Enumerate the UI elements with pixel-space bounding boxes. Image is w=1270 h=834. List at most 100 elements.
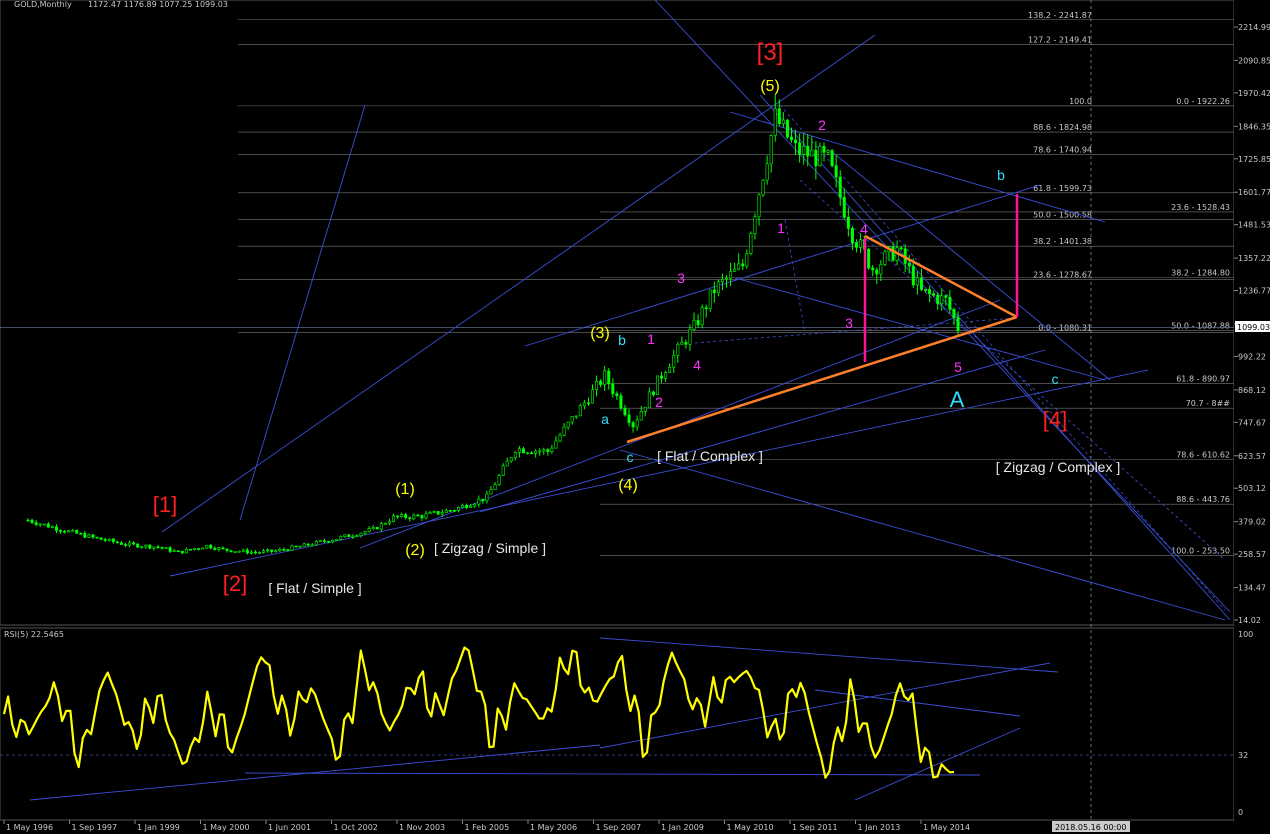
wave-label: 1 — [777, 220, 785, 236]
candle-body — [550, 447, 554, 452]
fib-label: 50.0 - 1087.88 — [1171, 322, 1230, 331]
symbol-header: GOLD,Monthly — [14, 0, 72, 9]
candle-body — [623, 407, 627, 416]
candle-body — [339, 536, 343, 540]
price-tick-label: 623.57 — [1238, 452, 1266, 461]
candle-body — [128, 542, 132, 546]
ohlc-header: 1172.47 1176.89 1077.25 1099.03 — [88, 0, 228, 9]
candle-body — [152, 546, 156, 549]
time-tick-label: 1 May 2000 — [203, 823, 250, 832]
candle-body — [318, 540, 322, 543]
price-tick-label: 1236.77 — [1238, 287, 1270, 296]
candle-body — [554, 440, 558, 449]
candle-body — [136, 543, 140, 548]
candle-body — [745, 253, 749, 267]
candle-body — [924, 289, 928, 291]
candle-body — [802, 146, 806, 155]
candle-body — [331, 540, 335, 543]
candle-body — [144, 544, 148, 548]
candle-body — [647, 391, 651, 408]
candle-body — [63, 530, 67, 533]
rsi-pane — [0, 627, 1235, 821]
candle-body — [355, 535, 359, 537]
candle-body — [530, 452, 534, 455]
candle-body — [940, 295, 944, 304]
candle-body — [79, 533, 83, 535]
candle-body — [485, 493, 489, 502]
candle-body — [574, 415, 578, 418]
wave-label: 2 — [655, 394, 663, 410]
candle-body — [67, 530, 71, 533]
candle-body — [660, 375, 664, 379]
candle-body — [363, 531, 367, 534]
candle-body — [684, 342, 688, 345]
candle-body — [140, 546, 144, 549]
candle-body — [631, 422, 635, 428]
candle-body — [184, 548, 188, 554]
candle-body — [387, 521, 391, 524]
candle-body — [595, 380, 599, 391]
rsi-header: RSI(5) 22.5465 — [4, 630, 64, 639]
candle-body — [197, 548, 201, 550]
candle-body — [761, 179, 765, 196]
fib-label: 23.6 - 1278.67 — [1033, 270, 1092, 279]
candle-body — [180, 550, 184, 554]
candle-body — [753, 216, 757, 234]
candle-body — [83, 533, 87, 538]
fib-label: 127.2 - 2149.41 — [1028, 36, 1092, 45]
candle-body — [513, 452, 517, 459]
candle-body — [221, 547, 225, 550]
candle-body — [566, 421, 570, 428]
candle-body — [907, 263, 911, 267]
candle-body — [95, 536, 99, 539]
time-tick-label: 1 May 2010 — [727, 823, 774, 832]
candle-body — [432, 511, 436, 513]
time-tick-label: 1 Sep 1997 — [72, 823, 118, 832]
candle-body — [826, 150, 830, 153]
candle-body — [794, 139, 798, 144]
candle-body — [627, 414, 631, 423]
candle-body — [777, 108, 781, 124]
candle-body — [188, 548, 192, 551]
candle-body — [253, 551, 257, 554]
candle-body — [725, 277, 729, 280]
candle-body — [168, 547, 172, 552]
candle-body — [854, 242, 858, 248]
candle-body — [270, 549, 274, 552]
fib-label: 78.6 - 610.62 — [1176, 450, 1230, 459]
candle-body — [58, 530, 62, 532]
candle-body — [834, 165, 838, 178]
candle-body — [278, 549, 282, 552]
time-tick-label: 1 Sep 2007 — [596, 823, 642, 832]
candle-body — [416, 514, 420, 517]
candle-body — [237, 550, 241, 553]
candle-body — [509, 457, 513, 462]
wave-label: [3] — [757, 39, 784, 66]
wave-label: 4 — [693, 357, 701, 373]
rsi-tick-label: 100 — [1238, 630, 1253, 639]
price-tick-label: 1481.53 — [1238, 221, 1270, 230]
candle-body — [54, 526, 58, 531]
candle-body — [225, 548, 229, 551]
rsi-tick-label: 0 — [1238, 808, 1243, 817]
candle-body — [148, 544, 152, 549]
fib-label: 38.2 - 1401.38 — [1033, 237, 1092, 246]
time-tick-label: 1 Jan 2013 — [858, 823, 901, 832]
wave-label: b — [997, 167, 1005, 183]
candle-body — [562, 426, 566, 436]
fib-label: 0.0 - 1922.26 — [1176, 97, 1230, 106]
fib-label: 61.8 - 1599.73 — [1033, 184, 1092, 193]
price-tick-label: 1846.35 — [1238, 122, 1270, 131]
candle-body — [546, 449, 550, 452]
candle-body — [542, 449, 546, 452]
candle-body — [879, 264, 883, 275]
fib-label: 61.8 - 890.97 — [1176, 375, 1230, 384]
candle-body — [867, 248, 871, 269]
candle-body — [160, 546, 164, 549]
candle-body — [103, 539, 107, 541]
candle-body — [343, 534, 347, 537]
candle-body — [672, 355, 676, 368]
candle-body — [351, 535, 355, 538]
candle-body — [75, 529, 79, 534]
candle-body — [590, 389, 594, 404]
